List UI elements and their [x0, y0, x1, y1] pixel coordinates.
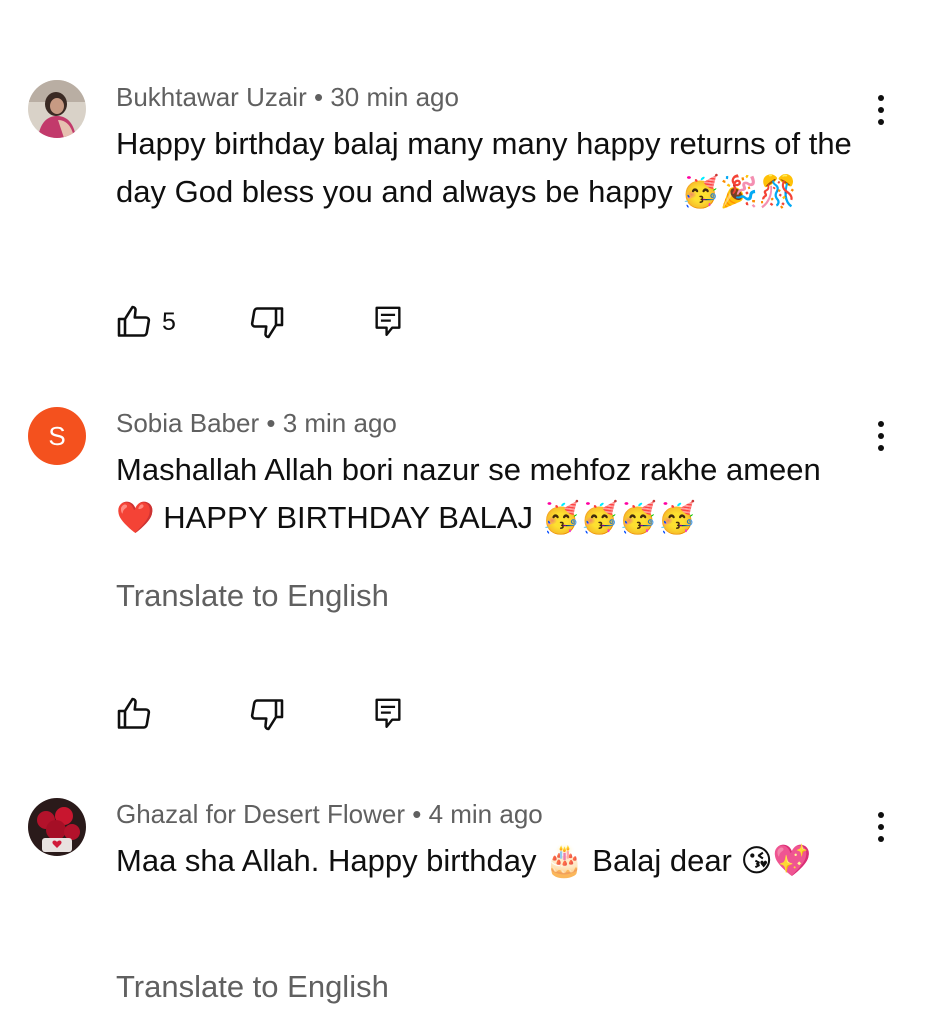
comment-meta: Bukhtawar Uzair • 30 min ago — [116, 82, 459, 113]
avatar[interactable]: S — [28, 407, 86, 465]
avatar-letter: S — [48, 420, 66, 451]
thumb-down-icon — [250, 699, 284, 731]
comment-text: Mashallah Allah bori nazur se mehfoz rak… — [116, 452, 821, 535]
reply-button[interactable] — [373, 302, 403, 342]
comment-meta: Sobia Baber • 3 min ago — [116, 408, 397, 439]
dislike-button[interactable] — [249, 302, 285, 342]
comment-meta: Ghazal for Desert Flower • 4 min ago — [116, 799, 543, 830]
person-photo-icon — [28, 80, 86, 138]
comment-time: 3 min ago — [282, 408, 397, 438]
like-button[interactable] — [116, 694, 152, 734]
comment-text: Happy birthday balaj many many happy ret… — [116, 126, 852, 209]
avatar[interactable] — [28, 798, 86, 856]
meta-separator: • — [266, 408, 276, 438]
more-options-button[interactable] — [866, 90, 896, 130]
translate-button[interactable]: Translate to English — [116, 969, 389, 1005]
more-vert-icon — [878, 421, 884, 451]
comment-actions: 5 — [116, 302, 416, 342]
thumb-up-icon — [117, 697, 151, 729]
reply-comment-icon — [375, 698, 401, 728]
comment-time: 30 min ago — [330, 82, 459, 112]
meta-separator: • — [313, 82, 324, 112]
comment-actions — [116, 694, 416, 734]
thumb-up-icon — [117, 305, 151, 337]
comment-time: 4 min ago — [428, 799, 543, 829]
meta-separator: • — [412, 799, 422, 829]
thumb-down-icon — [250, 307, 284, 339]
more-options-button[interactable] — [866, 807, 896, 847]
more-options-button[interactable] — [866, 416, 896, 456]
translate-button[interactable]: Translate to English — [116, 578, 389, 614]
roses-photo-icon — [28, 798, 86, 856]
reply-button[interactable] — [373, 694, 403, 734]
avatar[interactable] — [28, 80, 86, 138]
like-button[interactable]: 5 — [116, 302, 176, 342]
author-name[interactable]: Sobia Baber — [116, 408, 259, 438]
reply-comment-icon — [375, 306, 401, 336]
author-name[interactable]: Bukhtawar Uzair — [116, 82, 307, 112]
more-vert-icon — [878, 95, 884, 125]
comment-text: Maa sha Allah. Happy birthday 🎂 Balaj de… — [116, 843, 812, 878]
more-vert-icon — [878, 812, 884, 842]
like-count: 5 — [162, 307, 176, 336]
dislike-button[interactable] — [249, 694, 285, 734]
author-name[interactable]: Ghazal for Desert Flower — [116, 799, 405, 829]
